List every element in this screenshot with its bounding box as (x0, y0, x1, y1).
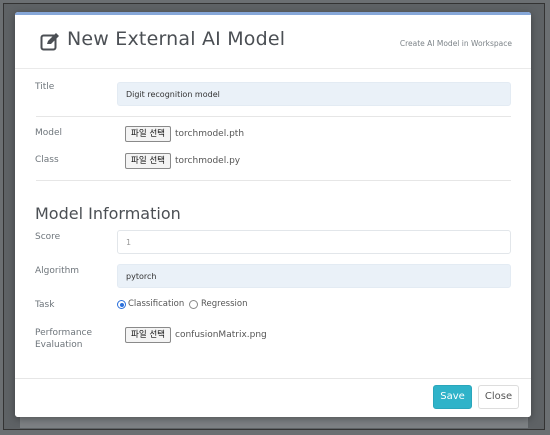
score-label: Score (35, 232, 61, 242)
algorithm-label: Algorithm (35, 266, 80, 276)
regression-radio[interactable] (189, 300, 198, 309)
class-file-name: torchmodel.py (175, 156, 241, 166)
title-label: Title (35, 82, 55, 92)
dialog-footer: Save Close (15, 378, 531, 417)
score-input[interactable]: 1 (117, 230, 511, 254)
performance-label-line2: Evaluation (35, 340, 83, 350)
model-file-button[interactable]: 파일 선택 (125, 126, 171, 142)
model-file-name: torchmodel.pth (175, 129, 245, 139)
regression-label: Regression (201, 299, 248, 309)
class-label: Class (35, 155, 59, 165)
section-title: Model Information (35, 204, 181, 223)
dialog-header: New External AI Model Create AI Model in… (15, 15, 531, 69)
close-button[interactable]: Close (478, 385, 519, 409)
title-input[interactable]: Digit recognition model (117, 82, 511, 106)
performance-file-button[interactable]: 파일 선택 (125, 327, 171, 343)
algorithm-input[interactable]: pytorch (117, 264, 511, 288)
new-model-dialog: New External AI Model Create AI Model in… (15, 12, 531, 417)
dialog-title: New External AI Model (67, 28, 286, 50)
classification-label: Classification (128, 299, 185, 309)
class-file-button[interactable]: 파일 선택 (125, 153, 171, 169)
model-label: Model (35, 128, 63, 138)
task-label: Task (35, 300, 55, 310)
performance-file-name: confusionMatrix.png (175, 330, 267, 340)
divider (36, 116, 511, 117)
divider (36, 180, 511, 181)
dialog-subtitle: Create AI Model in Workspace (399, 39, 512, 48)
save-button[interactable]: Save (433, 385, 472, 409)
performance-label-line1: Performance (35, 328, 93, 338)
classification-radio[interactable] (117, 300, 126, 309)
dialog-body: Title Digit recognition model Model 파일 선… (15, 69, 531, 389)
edit-icon (40, 33, 59, 51)
